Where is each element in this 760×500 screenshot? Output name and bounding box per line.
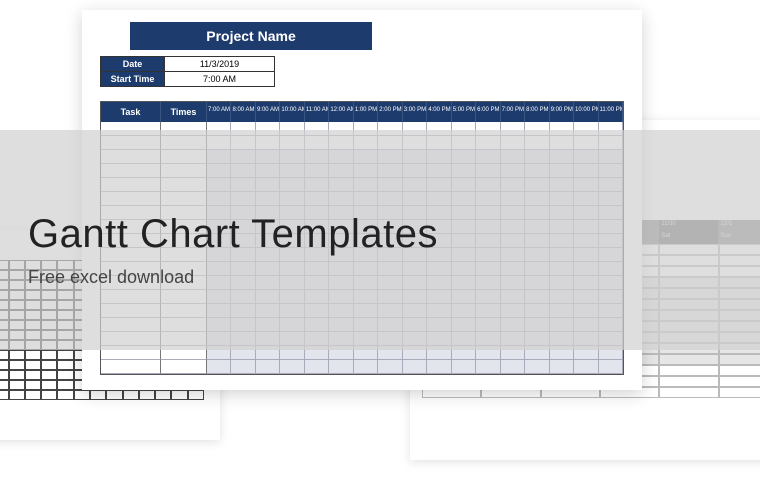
gantt-cell bbox=[403, 360, 427, 374]
gantt-cell bbox=[550, 360, 574, 374]
table-cell bbox=[719, 387, 760, 398]
meta-start-value: 7:00 AM bbox=[165, 72, 275, 87]
table-cell bbox=[719, 354, 760, 365]
gantt-row bbox=[101, 360, 623, 374]
gantt-cell bbox=[378, 360, 402, 374]
column-header-main: Task bbox=[101, 102, 161, 122]
title-overlay: Gantt Chart Templates Free excel downloa… bbox=[0, 130, 760, 350]
grid-cell bbox=[188, 390, 204, 400]
table-cell bbox=[719, 365, 760, 376]
column-header-hour: 4:00 PM bbox=[427, 102, 451, 122]
grid-cell bbox=[9, 360, 25, 370]
gantt-cell bbox=[280, 360, 304, 374]
grid-cell bbox=[9, 350, 25, 360]
grid-cell bbox=[123, 390, 139, 400]
gantt-cell bbox=[231, 360, 255, 374]
column-header-hour: 7:00 PM bbox=[501, 102, 525, 122]
column-header-hour: 10:00 PM bbox=[574, 102, 598, 122]
table-cell bbox=[659, 376, 718, 387]
grid-cell bbox=[90, 390, 106, 400]
grid-cell bbox=[41, 370, 57, 380]
column-header-hour: 11:00 PM bbox=[599, 102, 623, 122]
grid-cell bbox=[41, 360, 57, 370]
gantt-cell bbox=[452, 360, 476, 374]
grid-cell bbox=[25, 360, 41, 370]
column-header-hour: 9:00 PM bbox=[550, 102, 574, 122]
grid-cell bbox=[25, 380, 41, 390]
column-header-hour: 11:00 AM bbox=[305, 102, 329, 122]
grid-cell bbox=[57, 390, 73, 400]
gantt-cell bbox=[501, 360, 525, 374]
grid-cell bbox=[25, 350, 41, 360]
grid-cell bbox=[171, 390, 187, 400]
grid-cell bbox=[9, 390, 25, 400]
table-cell bbox=[659, 354, 718, 365]
grid-cell bbox=[74, 390, 90, 400]
grid-cell bbox=[0, 360, 9, 370]
grid-cell bbox=[25, 370, 41, 380]
gantt-cell bbox=[101, 360, 161, 374]
column-header-hour: 10:00 AM bbox=[280, 102, 304, 122]
table-cell bbox=[659, 365, 718, 376]
column-header-hour: 2:00 PM bbox=[378, 102, 402, 122]
grid-cell bbox=[0, 380, 9, 390]
grid-cell bbox=[9, 380, 25, 390]
gantt-cell bbox=[256, 360, 280, 374]
gantt-cell bbox=[427, 360, 451, 374]
grid-cell bbox=[0, 370, 9, 380]
column-header-hour: 9:00 AM bbox=[256, 102, 280, 122]
gantt-cell bbox=[329, 360, 353, 374]
meta-date-value: 11/3/2019 bbox=[165, 57, 275, 72]
page-subtitle: Free excel download bbox=[28, 267, 760, 288]
grid-cell bbox=[41, 390, 57, 400]
grid-cell bbox=[57, 380, 73, 390]
meta-start-label: Start Time bbox=[101, 72, 165, 87]
column-header-hour: 6:00 PM bbox=[476, 102, 500, 122]
grid-cell bbox=[139, 390, 155, 400]
gantt-cell bbox=[525, 360, 549, 374]
gantt-cell bbox=[305, 360, 329, 374]
gantt-cell bbox=[574, 360, 598, 374]
column-header-main: Times bbox=[161, 102, 207, 122]
meta-date-label: Date bbox=[101, 57, 165, 72]
gantt-cell bbox=[207, 360, 231, 374]
column-header-hour: 12:00 AM bbox=[329, 102, 353, 122]
meta-table: Date 11/3/2019 Start Time 7:00 AM bbox=[100, 56, 275, 87]
grid-cell bbox=[57, 360, 73, 370]
grid-cell bbox=[57, 350, 73, 360]
grid-cell bbox=[0, 350, 9, 360]
column-header-hour: 7:00 AM bbox=[207, 102, 231, 122]
column-header-hour: 8:00 PM bbox=[525, 102, 549, 122]
column-header-hour: 5:00 PM bbox=[452, 102, 476, 122]
column-header-hour: 8:00 AM bbox=[231, 102, 255, 122]
gantt-cell bbox=[354, 360, 378, 374]
grid-cell bbox=[41, 350, 57, 360]
grid-cell bbox=[25, 390, 41, 400]
gantt-cell bbox=[599, 360, 623, 374]
column-header-hour: 3:00 PM bbox=[403, 102, 427, 122]
grid-cell bbox=[41, 380, 57, 390]
table-cell bbox=[719, 376, 760, 387]
grid-cell bbox=[155, 390, 171, 400]
grid-cell bbox=[106, 390, 122, 400]
gantt-cell bbox=[476, 360, 500, 374]
grid-cell bbox=[0, 390, 9, 400]
grid-cell bbox=[9, 370, 25, 380]
gantt-cell bbox=[161, 360, 207, 374]
page-title: Gantt Chart Templates bbox=[28, 212, 760, 257]
grid-cell bbox=[57, 370, 73, 380]
table-cell bbox=[659, 387, 718, 398]
column-header-hour: 1:00 PM bbox=[354, 102, 378, 122]
project-title: Project Name bbox=[130, 22, 372, 50]
